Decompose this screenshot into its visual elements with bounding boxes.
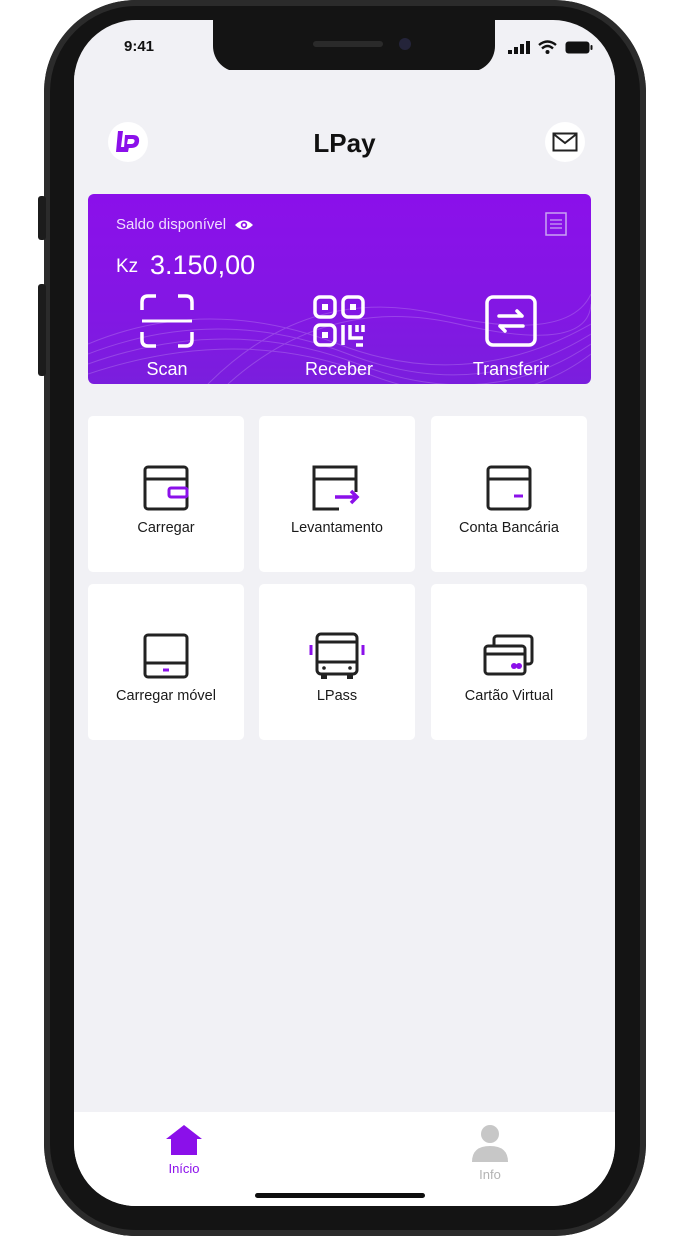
wallet-icon	[143, 465, 189, 511]
notch	[213, 20, 495, 72]
receive-button[interactable]: Receber	[284, 294, 394, 380]
signal-icon	[508, 40, 530, 54]
scan-button[interactable]: Scan	[112, 294, 222, 380]
balance-currency: Kz	[116, 256, 139, 277]
wifi-icon	[538, 40, 557, 54]
battery-icon	[565, 41, 593, 53]
receive-label: Receber	[304, 359, 374, 379]
front-camera	[399, 38, 411, 50]
transfer-icon	[485, 295, 537, 347]
virtual-card-icon	[483, 634, 534, 676]
tile-label: Levantamento	[291, 520, 383, 536]
status-icons	[508, 40, 593, 54]
app-header: LPay	[74, 70, 615, 174]
tile-conta-bancaria[interactable]: Conta Bancária	[431, 416, 587, 572]
tab-label: Início	[168, 1161, 200, 1176]
status-bar: 9:41	[74, 20, 615, 72]
qr-code-icon	[313, 295, 365, 347]
tab-inicio[interactable]: Início	[139, 1124, 229, 1176]
tile-carregar-movel[interactable]: Carregar móvel	[88, 584, 244, 740]
balance-label: Saldo disponível	[116, 216, 227, 233]
tile-label: LPass	[316, 688, 358, 704]
transfer-button[interactable]: Transferir	[456, 294, 566, 380]
tile-levantamento[interactable]: Levantamento	[259, 416, 415, 572]
home-icon	[166, 1125, 202, 1155]
app-title: LPay	[313, 128, 376, 158]
user-icon	[472, 1125, 508, 1162]
tile-label: Conta Bancária	[459, 520, 559, 536]
tile-label: Cartão Virtual	[464, 688, 554, 704]
status-time: 9:41	[124, 38, 155, 55]
tab-label: Info	[479, 1167, 501, 1182]
tile-label: Carregar móvel	[116, 688, 216, 704]
mobile-topup-icon	[143, 633, 189, 679]
eye-icon[interactable]	[234, 218, 254, 237]
bus-icon	[309, 632, 365, 679]
balance-amount: 3.150,00	[150, 250, 256, 280]
tile-cartao-virtual[interactable]: Cartão Virtual	[431, 584, 587, 740]
scan-icon	[140, 294, 194, 348]
tile-label: Carregar	[137, 520, 195, 536]
tile-lpass[interactable]: LPass	[259, 584, 415, 740]
mail-icon[interactable]	[545, 122, 585, 162]
home-indicator	[255, 1193, 425, 1198]
tab-bar: Início Info	[74, 1112, 615, 1206]
tab-info[interactable]: Info	[445, 1124, 535, 1182]
tile-carregar[interactable]: Carregar	[88, 416, 244, 572]
screen: 9:41 LPay Saldo disponível Kz 3.150,00 S…	[74, 20, 615, 1206]
scan-label: Scan	[146, 359, 188, 379]
statement-icon[interactable]	[545, 212, 567, 241]
mute-switch	[38, 196, 46, 240]
transfer-label: Transferir	[472, 359, 550, 379]
volume-up-button	[38, 284, 46, 376]
withdraw-icon	[312, 465, 360, 511]
speaker	[313, 41, 383, 47]
bank-account-icon	[486, 465, 532, 511]
balance-card: Saldo disponível Kz 3.150,00 Scan Recebe…	[88, 194, 591, 384]
